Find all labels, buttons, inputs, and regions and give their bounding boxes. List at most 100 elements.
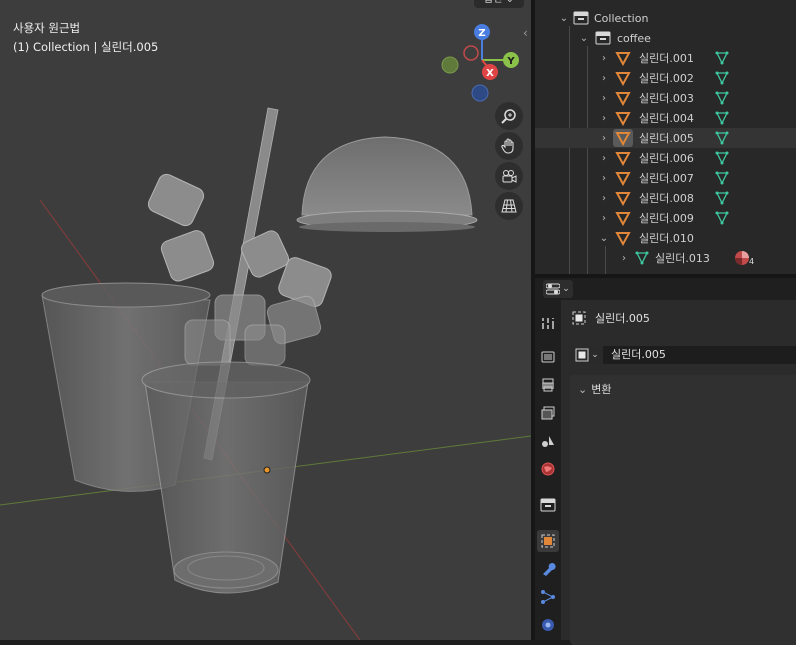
tab-collection[interactable]	[537, 494, 559, 516]
chevron-right-icon[interactable]: ›	[599, 173, 609, 184]
outliner-item-label: 실린더.002	[639, 72, 694, 85]
outliner-item-mesh[interactable]: › 실린더.002	[535, 68, 796, 88]
mesh-data-icon[interactable]	[715, 91, 729, 105]
mesh-data-icon[interactable]	[715, 131, 729, 145]
view-layer-icon	[541, 406, 555, 420]
outliner-item-label: 실린더.013	[655, 252, 710, 265]
3d-viewport[interactable]: 사용자 원근법 (1) Collection | 실린더.005 옵션 ⌄ Z …	[0, 0, 531, 640]
tab-output[interactable]	[537, 374, 559, 396]
material-count: 4	[749, 257, 755, 266]
chevron-right-icon[interactable]: ›	[599, 193, 609, 204]
mesh-object-icon	[615, 232, 631, 246]
chevron-right-icon[interactable]: ›	[599, 53, 609, 64]
camera-icon	[502, 170, 517, 183]
navigation-gizmo[interactable]: Z Y X	[437, 20, 527, 110]
outliner-item-mesh[interactable]: › 실린더.006	[535, 148, 796, 168]
camera-view-button[interactable]	[495, 162, 523, 190]
modifier-icon	[543, 563, 556, 576]
object-icon	[541, 534, 555, 548]
gizmo-y-label: Y	[506, 56, 515, 67]
active-object-highlight	[613, 129, 633, 147]
tab-physics[interactable]	[537, 614, 559, 636]
tab-render[interactable]	[537, 346, 559, 368]
zoom-button[interactable]	[495, 102, 523, 130]
chevron-down-icon[interactable]: ⌄	[559, 13, 569, 24]
mesh-object-icon	[615, 92, 631, 106]
outliner-item-mesh[interactable]: › 실린더.001	[535, 48, 796, 68]
chevron-right-icon[interactable]: ›	[599, 113, 609, 124]
mesh-object-icon	[615, 192, 631, 206]
outliner-item-label: 실린더.005	[639, 132, 694, 145]
chevron-right-icon[interactable]: ›	[599, 93, 609, 104]
object-browse-button[interactable]: ⌄	[571, 346, 603, 364]
outliner-item-mesh[interactable]: › 실린더.003	[535, 88, 796, 108]
output-icon	[542, 378, 554, 392]
origin-point[interactable]	[263, 466, 271, 474]
mesh-object-icon	[615, 152, 631, 166]
outliner-item-mesh[interactable]: › 실린더.007	[535, 168, 796, 188]
material-icon	[735, 251, 749, 265]
outliner-item-mesh[interactable]: › 실린더.004	[535, 108, 796, 128]
tab-scene[interactable]	[537, 430, 559, 452]
chevron-right-icon[interactable]: ›	[619, 253, 629, 264]
tab-modifier[interactable]	[537, 558, 559, 580]
chevron-right-icon[interactable]: ›	[599, 133, 609, 144]
editor-type-button[interactable]: ⌄	[543, 280, 573, 298]
transform-panel-header[interactable]: ⌄ 변환	[578, 381, 611, 397]
tab-world[interactable]	[537, 458, 559, 480]
mesh-data-icon[interactable]	[715, 151, 729, 165]
pan-button[interactable]	[495, 132, 523, 160]
gizmo-x-label: X	[486, 68, 494, 79]
physics-icon	[542, 619, 554, 631]
gizmo-z-label: Z	[478, 28, 485, 39]
mesh-data-icon[interactable]	[715, 211, 729, 225]
chevron-right-icon[interactable]: ›	[599, 213, 609, 224]
mesh-object-icon	[615, 212, 631, 226]
mesh-data-icon[interactable]	[715, 191, 729, 205]
mesh-data-icon[interactable]	[715, 111, 729, 125]
sidebar-toggle-icon[interactable]: ‹	[523, 26, 528, 40]
outliner-item-label: 실린더.001	[639, 52, 694, 65]
chevron-right-icon[interactable]: ›	[599, 73, 609, 84]
chevron-right-icon[interactable]: ›	[599, 153, 609, 164]
world-icon	[541, 462, 555, 476]
viewport-title: 사용자 원근법	[13, 21, 81, 35]
tab-tool[interactable]	[537, 312, 559, 334]
outliner-item-mesh[interactable]: ⌄ 실린더.010	[535, 228, 796, 248]
outliner[interactable]: ⌄ Collection ⌄ coffee › 실린더.001 › 실린더.00…	[535, 0, 796, 274]
options-dropdown[interactable]: 옵션 ⌄	[474, 0, 524, 8]
outliner-item-label: 실린더.008	[639, 192, 694, 205]
properties-header: ⌄	[535, 278, 796, 300]
mesh-object-icon	[615, 172, 631, 186]
object-name-input[interactable]: 실린더.005	[603, 346, 796, 364]
zoom-icon	[501, 109, 516, 124]
object-icon	[572, 311, 586, 325]
outliner-item-label: 실린더.004	[639, 112, 694, 125]
mesh-data-icon[interactable]	[715, 71, 729, 85]
properties-tab-bar	[535, 300, 561, 640]
viewport-subtitle: (1) Collection | 실린더.005	[13, 40, 159, 54]
chevron-down-icon: ⌄	[578, 383, 588, 396]
outliner-item-mesh[interactable]: › 실린더.008	[535, 188, 796, 208]
tool-icon	[542, 318, 554, 329]
mesh-data-icon[interactable]	[715, 171, 729, 185]
outliner-item-coffee[interactable]: ⌄ coffee	[535, 28, 796, 48]
material-badge[interactable]: 4	[734, 250, 754, 266]
chevron-down-icon[interactable]: ⌄	[579, 33, 589, 44]
mesh-data-icon[interactable]	[715, 51, 729, 65]
outliner-item-mesh-data[interactable]: › 실린더.013 4	[535, 248, 796, 268]
tab-view-layer[interactable]	[537, 402, 559, 424]
outliner-item-label: 실린더.010	[639, 232, 694, 245]
properties-editor-icon	[546, 283, 561, 295]
object-name-label: 실린더.005	[595, 312, 650, 325]
tab-particles[interactable]	[537, 586, 559, 608]
chevron-down-icon[interactable]: ⌄	[599, 233, 609, 244]
properties-panel: 실린더.005 ⌄ 실린더.005 ⌄ 변환	[561, 300, 796, 645]
tab-object[interactable]	[537, 530, 559, 552]
ortho-toggle-button[interactable]	[495, 192, 523, 220]
outliner-item-mesh[interactable]: › 실린더.009	[535, 208, 796, 228]
outliner-item-mesh-selected[interactable]: › 실린더.005	[535, 128, 796, 148]
chevron-down-icon: ⌄	[591, 350, 599, 360]
outliner-item-label: 실린더.003	[639, 92, 694, 105]
outliner-item-collection[interactable]: ⌄ Collection	[535, 8, 796, 28]
